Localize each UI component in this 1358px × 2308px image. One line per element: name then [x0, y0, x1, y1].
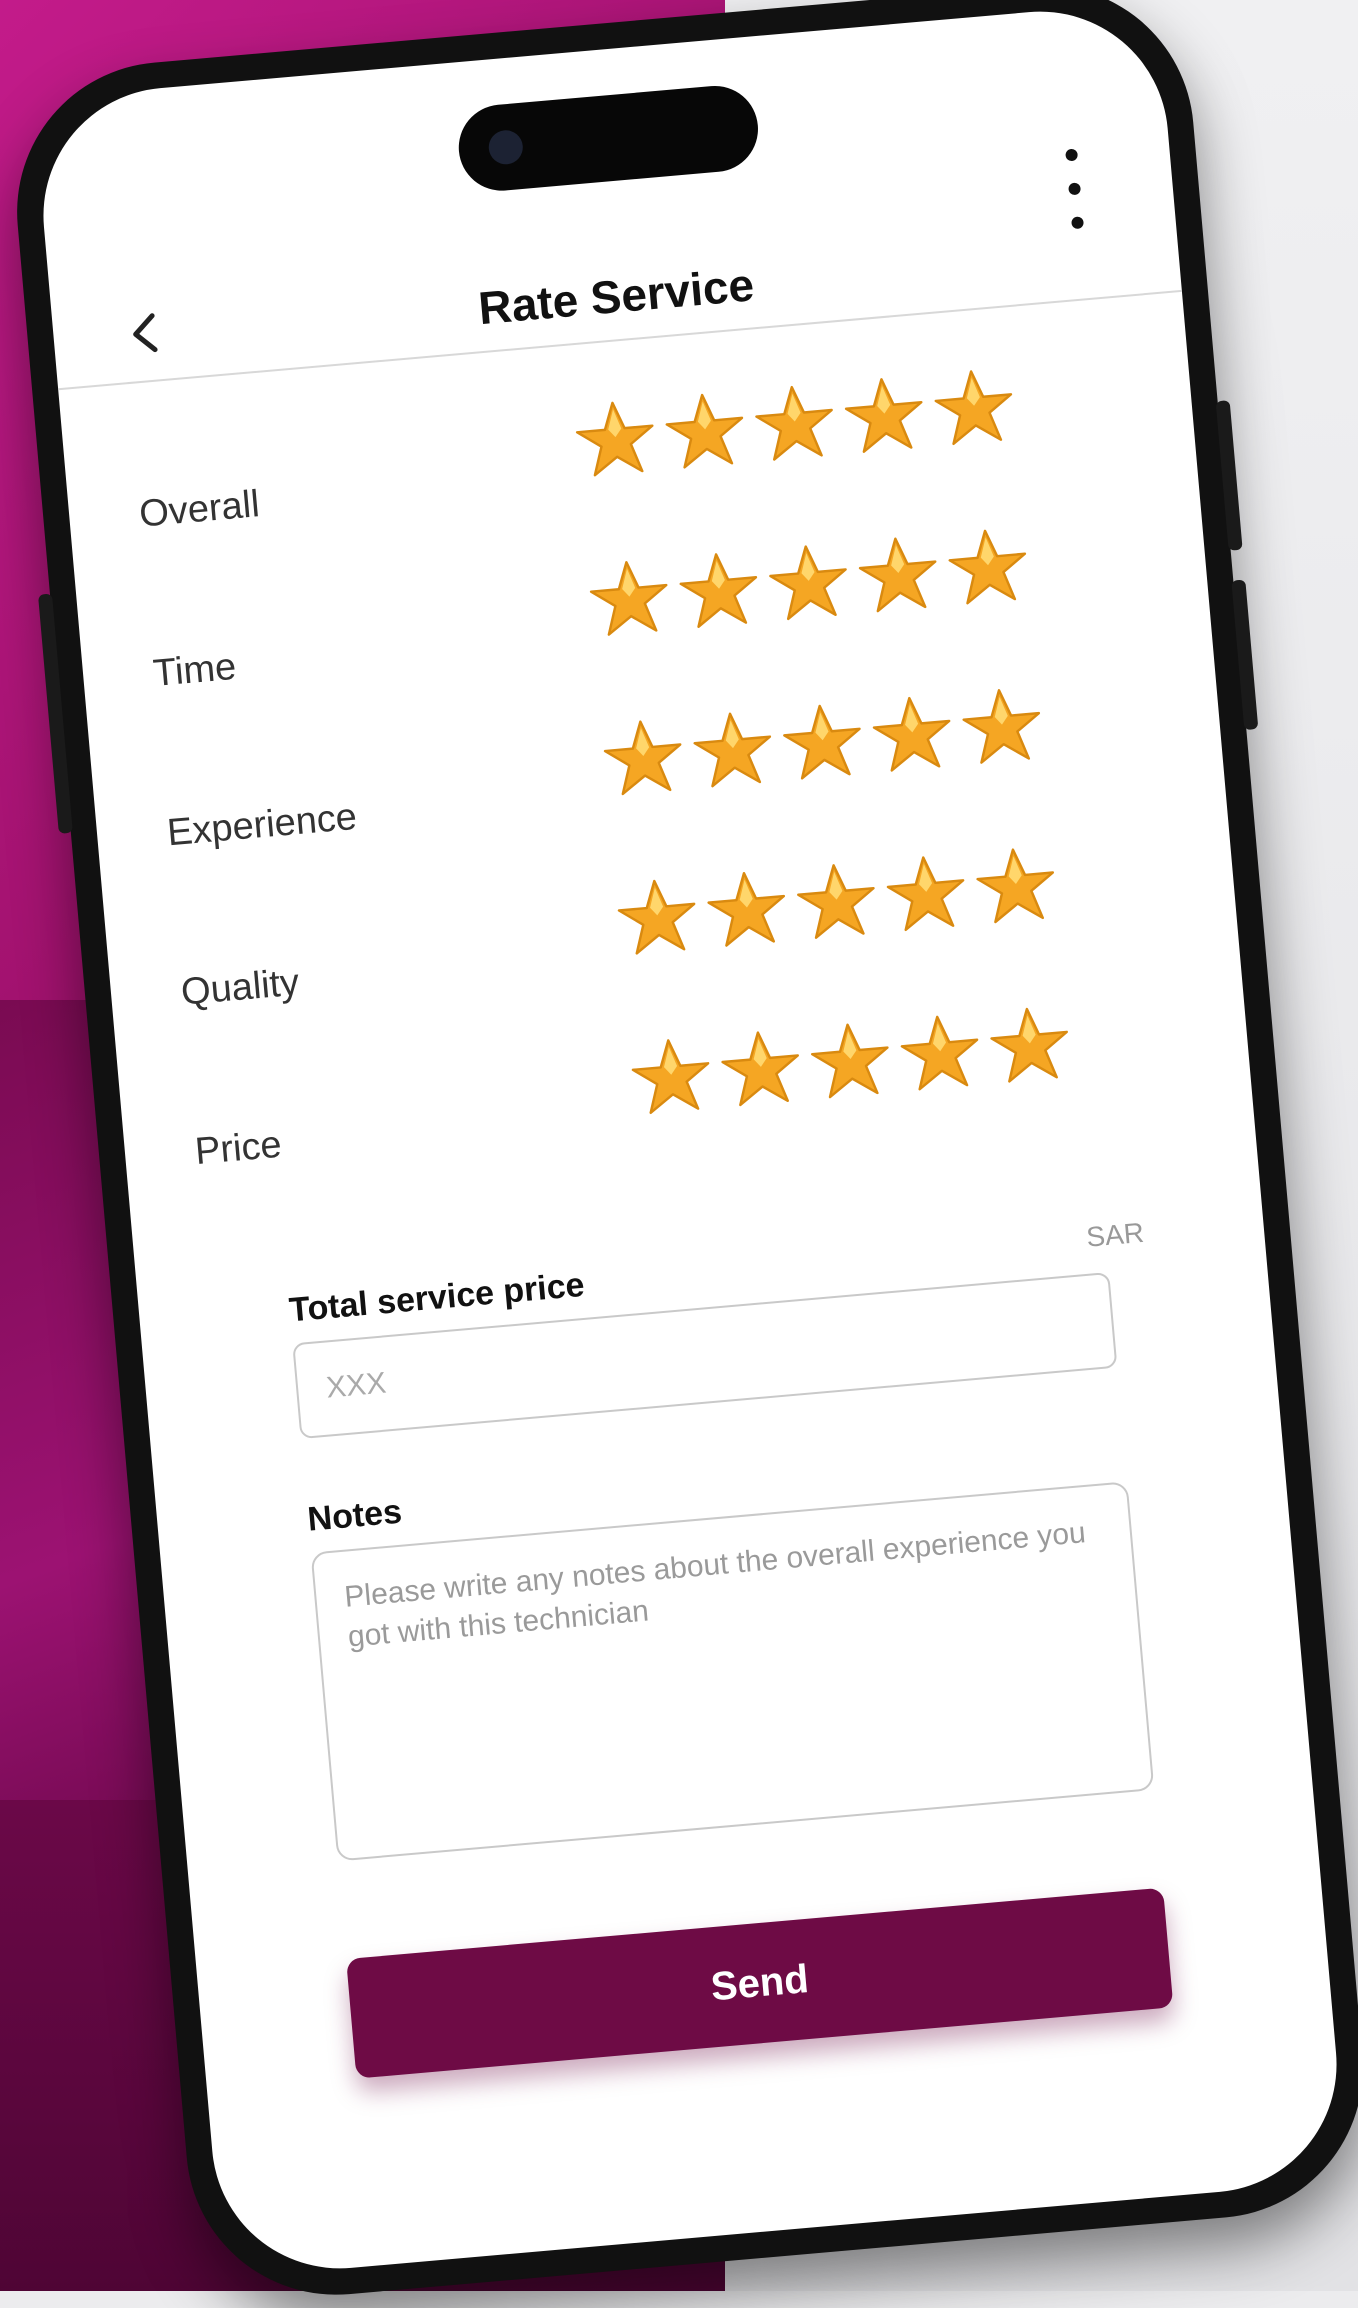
star-icon[interactable]	[717, 1024, 806, 1113]
app-screen: Rate Service Overall Time Experience Qua…	[32, 1, 1348, 2279]
rating-list: Overall Time Experience Quality Price	[131, 335, 1197, 1219]
rating-label: Time	[151, 645, 238, 695]
more-dot	[1065, 148, 1079, 162]
star-icon[interactable]	[986, 1001, 1075, 1090]
camera-icon	[487, 128, 525, 166]
rating-label: Price	[193, 1123, 284, 1174]
star-icon[interactable]	[627, 1032, 716, 1121]
star-icon[interactable]	[571, 394, 660, 483]
star-rating	[627, 1001, 1074, 1121]
star-icon[interactable]	[703, 865, 792, 954]
star-rating	[571, 363, 1018, 483]
star-icon[interactable]	[613, 873, 702, 962]
more-vertical-icon[interactable]	[1059, 148, 1090, 230]
dynamic-island	[455, 82, 762, 195]
star-rating	[585, 522, 1032, 642]
star-icon[interactable]	[972, 841, 1061, 930]
star-icon[interactable]	[958, 682, 1047, 771]
star-icon[interactable]	[792, 857, 881, 946]
star-icon[interactable]	[806, 1016, 895, 1105]
more-dot	[1068, 182, 1082, 196]
send-button[interactable]: Send	[346, 1887, 1174, 2079]
rating-label: Quality	[179, 961, 301, 1014]
star-icon[interactable]	[854, 530, 943, 619]
star-icon[interactable]	[585, 554, 674, 643]
phone-frame: Rate Service Overall Time Experience Qua…	[4, 0, 1358, 2308]
notes-field-label: Notes	[305, 1492, 404, 1539]
star-icon[interactable]	[840, 371, 929, 460]
star-icon[interactable]	[599, 713, 688, 802]
star-icon[interactable]	[868, 690, 957, 779]
star-icon[interactable]	[675, 546, 764, 635]
star-icon[interactable]	[930, 363, 1019, 452]
star-icon[interactable]	[751, 379, 840, 468]
rating-label: Experience	[165, 795, 359, 855]
currency-label: SAR	[1085, 1216, 1146, 1253]
rating-label: Overall	[137, 483, 262, 536]
star-icon[interactable]	[764, 538, 853, 627]
more-dot	[1071, 216, 1085, 230]
star-icon[interactable]	[944, 522, 1033, 611]
star-icon[interactable]	[661, 387, 750, 476]
star-rating	[599, 682, 1046, 802]
star-rating	[613, 841, 1060, 961]
star-icon[interactable]	[778, 697, 867, 786]
star-icon[interactable]	[896, 1008, 985, 1097]
notes-textarea[interactable]	[310, 1481, 1155, 1862]
star-icon[interactable]	[689, 705, 778, 794]
star-icon[interactable]	[882, 849, 971, 938]
